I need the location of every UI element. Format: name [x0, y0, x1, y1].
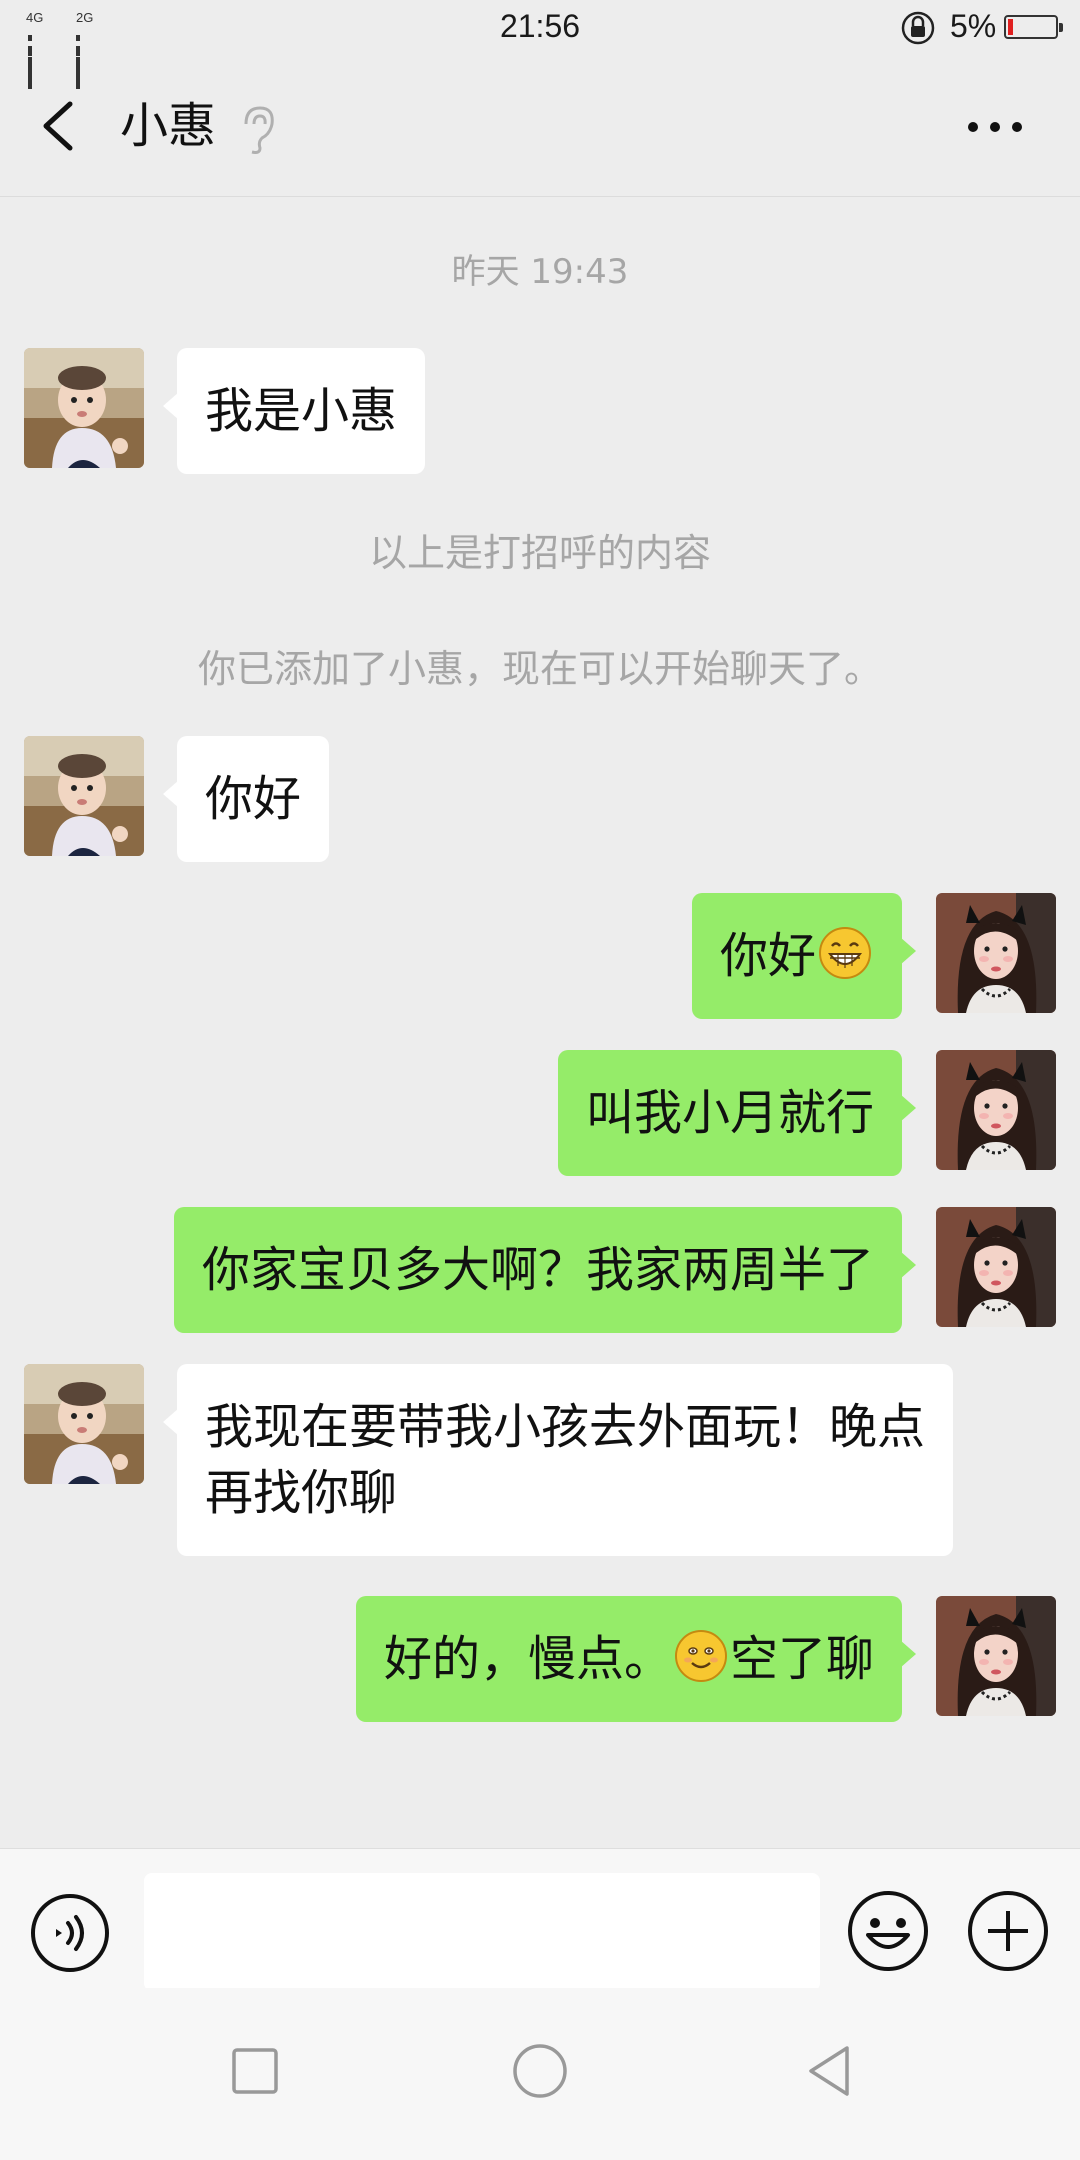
battery-icon — [1004, 15, 1063, 39]
battery-percent: 5% — [950, 8, 997, 44]
smiling-face-emoji — [674, 1629, 728, 1683]
back-arrow-icon[interactable] — [30, 94, 90, 158]
outgoing-message[interactable]: 你家宝贝多大啊？我家两周半了 — [173, 1207, 917, 1333]
incoming-message[interactable]: 你好 — [162, 736, 330, 862]
emoji-icon[interactable] — [846, 1889, 930, 1973]
plus-icon[interactable] — [966, 1889, 1050, 1973]
square-icon[interactable] — [220, 2036, 290, 2106]
my-avatar[interactable] — [936, 1050, 1056, 1170]
grinning-face-emoji — [818, 926, 872, 980]
system-message: 以上是打招呼的内容 — [368, 531, 711, 575]
rotation-lock-icon — [901, 11, 935, 45]
voice-icon[interactable] — [30, 1893, 110, 1973]
outgoing-message[interactable]: 叫我小月就行 — [557, 1050, 917, 1176]
circle-icon[interactable] — [505, 2036, 575, 2106]
title-bar: 小惠 — [0, 56, 1080, 197]
system-message: 你已添加了小惠，现在可以开始聊天了。 — [197, 647, 882, 691]
incoming-message[interactable]: 我现在要带我小孩去外面玩！晚点再找你聊 — [163, 1364, 953, 1556]
my-avatar[interactable] — [936, 1596, 1056, 1716]
my-avatar[interactable] — [936, 1207, 1056, 1327]
more-dots-icon[interactable] — [960, 106, 1030, 146]
input-bar — [0, 1848, 1080, 1991]
system-nav-bar — [0, 1988, 1080, 2160]
contact-avatar[interactable] — [24, 1364, 144, 1484]
message-text: 你好 — [719, 928, 816, 984]
outgoing-message[interactable]: 你好 — [691, 893, 917, 1019]
outgoing-message[interactable]: 好的，慢点。 空了聊 — [355, 1596, 917, 1722]
chat-title: 小惠 — [120, 98, 217, 154]
contact-avatar[interactable] — [24, 736, 144, 856]
message-text-after: 空了聊 — [729, 1631, 874, 1687]
my-avatar[interactable] — [936, 893, 1056, 1013]
incoming-message[interactable]: 我是小惠 — [162, 348, 426, 474]
triangle-icon[interactable] — [795, 2036, 865, 2106]
chat-timestamp: 昨天 19:43 — [451, 252, 629, 292]
ear-icon — [244, 106, 274, 154]
contact-avatar[interactable] — [24, 348, 144, 468]
message-input[interactable] — [144, 1873, 820, 1991]
status-bar: 4G 2G 21:56 5% — [0, 0, 1080, 89]
message-text-before: 好的，慢点。 — [383, 1631, 672, 1687]
